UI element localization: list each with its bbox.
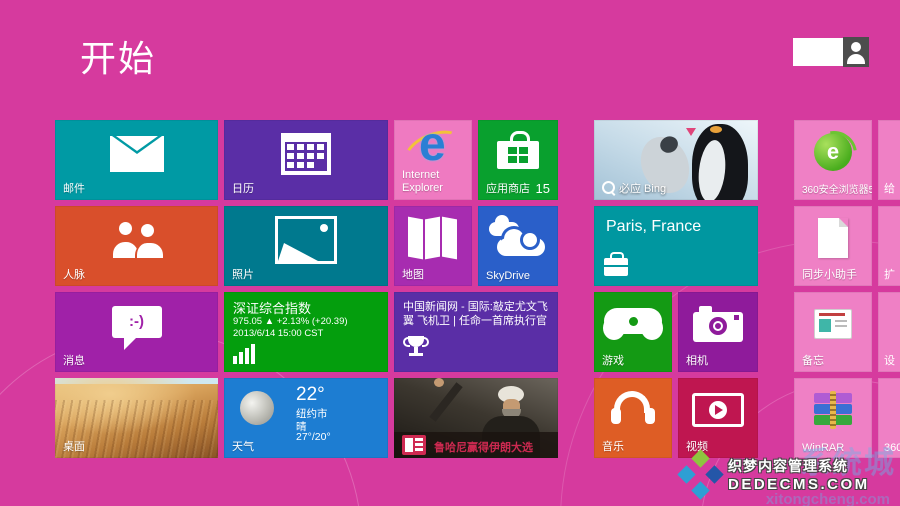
mail-icon (110, 136, 164, 172)
user-avatar[interactable] (843, 37, 869, 67)
tile-photos[interactable]: 照片 (224, 206, 388, 286)
store-bag-icon (497, 131, 539, 169)
tile-label: 同步小助手 (802, 266, 857, 282)
tile-games[interactable]: 游戏 (594, 292, 672, 372)
trophy-icon (404, 336, 428, 360)
start-screen: 开始 邮件 日历 人脉 照片 :-) 消息 深证综合指数 975.05 ▲ +2… (0, 0, 900, 506)
watermark-bg-url: xitongcheng.com (766, 491, 890, 506)
tile-travel[interactable]: Paris, France (594, 206, 758, 286)
watermark: 系统城 xitongcheng.com 织梦内容管理系统 DEDECMS.COM (680, 446, 900, 506)
gamepad-icon (604, 304, 662, 344)
tile-bing[interactable]: 必应 Bing (594, 120, 758, 200)
newspaper-icon (402, 435, 426, 455)
tile-label: Internet Explorer (402, 169, 472, 197)
moon-icon (240, 391, 274, 425)
stock-quote: 975.05 ▲ +2.13% (+20.39) (233, 316, 348, 327)
360-browser-icon: e (814, 133, 852, 171)
tile-calendar[interactable]: 日历 (224, 120, 388, 200)
watermark-cms-name: 织梦内容管理系统 (728, 456, 848, 476)
tile-label: 邮件 (63, 180, 85, 196)
news-headline: 鲁哈尼赢得伊朗大选 (434, 439, 533, 455)
document-icon (818, 218, 848, 258)
map-icon (408, 216, 458, 260)
tile-label: 天气 (232, 438, 254, 454)
weather-hilo: 27°/20° (296, 431, 331, 443)
tile-label: 360安全浏览器5 (802, 181, 872, 196)
tile-news[interactable]: 鲁哈尼赢得伊朗大选 (394, 378, 558, 458)
weather-temp: 22° (296, 384, 325, 406)
travel-destination: Paris, France (606, 218, 701, 236)
suitcase-icon (604, 258, 628, 276)
tile-label: 相机 (686, 352, 708, 368)
tile-label: SkyDrive (486, 270, 530, 282)
headphones-icon (610, 391, 656, 429)
camera-icon (693, 305, 743, 343)
user-name-box[interactable] (793, 38, 843, 66)
tile-partial-1[interactable]: 给 (878, 120, 900, 200)
tile-mail[interactable]: 邮件 (55, 120, 218, 200)
news-photo (429, 382, 462, 422)
tile-sports-news[interactable]: 中国新闻网 - 国际:敲定尤文飞翼 飞机卫 | 任命一首席执行官 (394, 292, 558, 372)
page-title: 开始 (80, 30, 156, 82)
stock-name: 深证综合指数 (233, 298, 311, 317)
dedecms-logo (680, 452, 724, 500)
tile-label: 日历 (232, 180, 254, 196)
tile-camera[interactable]: 相机 (678, 292, 758, 372)
store-badge-count: 15 (536, 181, 550, 196)
tile-memo[interactable]: 备忘 (794, 292, 872, 372)
tile-sync-helper[interactable]: 同步小助手 (794, 206, 872, 286)
avatar-person-icon (847, 54, 865, 64)
video-player-icon (692, 393, 744, 427)
message-bubble-icon: :-) (112, 306, 162, 338)
tile-people[interactable]: 人脉 (55, 206, 218, 286)
tile-messaging[interactable]: :-) 消息 (55, 292, 218, 372)
tile-label: 桌面 (63, 438, 85, 454)
tile-360-browser[interactable]: e 360安全浏览器5 (794, 120, 872, 200)
window-app-icon (814, 309, 852, 339)
tile-skydrive[interactable]: SkyDrive (478, 206, 558, 286)
avatar-person-icon (851, 42, 861, 52)
winrar-icon (814, 393, 852, 427)
tile-finance[interactable]: 深证综合指数 975.05 ▲ +2.13% (+20.39) 2013/6/1… (224, 292, 388, 372)
watermark-site: DEDECMS.COM (728, 476, 870, 493)
cloud-icon (487, 220, 549, 256)
stock-timestamp: 2013/6/14 15:00 CST (233, 328, 323, 339)
ie-icon: e (405, 123, 461, 175)
tile-desktop[interactable]: 桌面 (55, 378, 218, 458)
tile-label: 备忘 (802, 352, 824, 368)
photo-marker-icon (686, 128, 696, 136)
photo-icon (275, 216, 337, 264)
tile-label: 应用商店 (486, 180, 530, 196)
tile-label: 音乐 (602, 438, 624, 454)
sports-headline: 中国新闻网 - 国际:敲定尤文飞翼 飞机卫 | 任命一首席执行官 (403, 300, 550, 329)
tile-label: 消息 (63, 352, 85, 368)
chart-icon (233, 344, 257, 364)
calendar-icon (281, 133, 331, 175)
tile-label: 游戏 (602, 352, 624, 368)
people-icon (113, 222, 161, 258)
search-icon (602, 181, 615, 194)
tile-weather[interactable]: 22° 纽约市 晴 27°/20° 天气 (224, 378, 388, 458)
tile-maps[interactable]: 地图 (394, 206, 472, 286)
tile-partial-2[interactable]: 扩 (878, 206, 900, 286)
tile-internet-explorer[interactable]: e Internet Explorer (394, 120, 472, 200)
penguin-photo (692, 124, 748, 200)
tile-store[interactable]: 应用商店 15 (478, 120, 558, 200)
tile-partial-3[interactable]: 设 (878, 292, 900, 372)
tile-music[interactable]: 音乐 (594, 378, 672, 458)
tile-label: 地图 (402, 266, 424, 282)
tile-label: 照片 (232, 266, 254, 282)
tile-label: 人脉 (63, 266, 85, 282)
tile-label: 必应 Bing (602, 180, 666, 196)
